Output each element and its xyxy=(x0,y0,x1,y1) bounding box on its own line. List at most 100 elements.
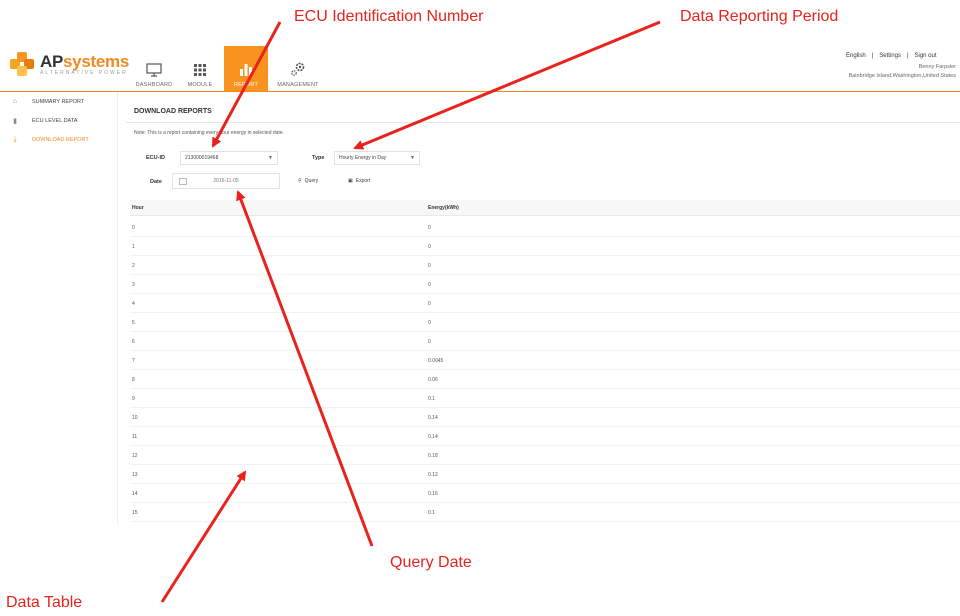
table-row: 60 xyxy=(130,332,960,351)
cell-energy: 0.18 xyxy=(428,453,438,459)
table-row: 11 0.14 xyxy=(130,427,960,446)
sidebar-item-summary-report[interactable]: ⌂ SUMMARY REPORT xyxy=(0,92,117,111)
query-button[interactable]: ⚲ Query xyxy=(298,174,318,188)
nav-module-label: MODULE xyxy=(187,82,213,88)
cell-energy: 0.06 xyxy=(428,377,438,383)
table-row: 15 0.1 xyxy=(130,503,960,522)
nav-module[interactable]: MODULE xyxy=(178,46,222,92)
table-header: Hour Energy(kWh) xyxy=(130,200,960,216)
logo-name-systems: systems xyxy=(63,51,129,71)
top-links-separator: | xyxy=(906,53,909,59)
table-row: 00 xyxy=(130,218,960,237)
export-button-label: Export xyxy=(355,178,371,184)
annotation-data-table: Data Table xyxy=(6,594,83,611)
sidebar-item-download-report[interactable]: ⤓ DOWNLOAD REPORT xyxy=(0,130,117,149)
chevron-down-icon: ▼ xyxy=(268,155,273,161)
table-row: 12 0.18 xyxy=(130,446,960,465)
date-input[interactable]: 2016-11-05 xyxy=(172,173,280,189)
download-icon: ⤓ xyxy=(13,135,17,143)
nav-management-label: MANAGEMENT xyxy=(277,82,319,88)
cell-hour: 10 xyxy=(132,415,138,421)
cell-energy: 0.16 xyxy=(428,491,438,497)
bar-chart-icon xyxy=(240,64,252,76)
language-link[interactable]: English xyxy=(846,53,866,59)
table-row: 8 0.06 xyxy=(130,370,960,389)
apsystems-logo[interactable]: APsystems ALTERNATIVE POWER xyxy=(10,52,129,76)
cell-energy: 0 xyxy=(428,320,431,326)
cell-hour: 2 xyxy=(132,263,135,269)
nav-management[interactable]: MANAGEMENT xyxy=(270,46,326,92)
export-button[interactable]: ▣ Export xyxy=(348,174,370,188)
cell-hour: 14 xyxy=(132,491,138,497)
column-header-hour: Hour xyxy=(132,205,144,211)
annotation-query-date: Query Date xyxy=(390,554,472,571)
cell-energy: 0.1 xyxy=(428,510,435,516)
cell-energy: 0.1 xyxy=(428,396,435,402)
table-row: 13 0.12 xyxy=(130,465,960,484)
cell-hour: 11 xyxy=(132,434,138,440)
cell-hour: 9 xyxy=(132,396,135,402)
cell-hour: 7 xyxy=(132,358,135,364)
page-title: DOWNLOAD REPORTS xyxy=(134,108,212,115)
cell-hour: 13 xyxy=(132,472,138,478)
cell-hour: 6 xyxy=(132,339,135,345)
cell-energy: 0.14 xyxy=(428,415,438,421)
table-row: 30 xyxy=(130,275,960,294)
cell-hour: 4 xyxy=(132,301,135,307)
cell-energy: 0 xyxy=(428,225,431,231)
ecu-id-value: 213000019468 xyxy=(185,155,219,161)
cell-energy: 0 xyxy=(428,301,431,307)
table-row: 7 0.0045 xyxy=(130,351,960,370)
main-nav: DASHBOARD MODULE REPORT MANAGEMENT xyxy=(132,46,328,92)
title-divider xyxy=(126,122,960,123)
nav-report[interactable]: REPORT xyxy=(224,46,268,92)
sidebar-item-label: SUMMARY REPORT xyxy=(32,98,85,105)
cell-hour: 12 xyxy=(132,453,138,459)
cell-hour: 0 xyxy=(132,225,135,231)
settings-link[interactable]: Settings xyxy=(879,53,901,59)
logo-name-ap: AP xyxy=(40,51,64,71)
type-select[interactable]: Hourly Energy in Day ▼ xyxy=(334,151,420,165)
cell-hour: 3 xyxy=(132,282,135,288)
top-links: English | Settings | Sign out xyxy=(846,53,937,59)
sign-out-link[interactable]: Sign out xyxy=(915,53,937,59)
table-row: 10 xyxy=(130,237,960,256)
table-row: 10 0.14 xyxy=(130,408,960,427)
cell-hour: 8 xyxy=(132,377,135,383)
nav-dashboard-label: DASHBOARD xyxy=(135,82,173,88)
table-row: 20 xyxy=(130,256,960,275)
monitor-icon xyxy=(146,63,162,77)
search-icon: ⚲ xyxy=(298,178,302,184)
type-label: Type xyxy=(312,155,325,161)
user-name: Benny Farpsler xyxy=(918,64,956,70)
home-icon: ⌂ xyxy=(12,98,18,105)
ecu-id-select[interactable]: 213000019468 ▼ xyxy=(180,151,278,165)
nav-dashboard[interactable]: DASHBOARD xyxy=(132,46,176,92)
query-button-label: Query xyxy=(304,178,319,184)
main-content: DOWNLOAD REPORTS Note: This is a report … xyxy=(122,92,960,526)
cell-energy: 0 xyxy=(428,282,431,288)
logo-tagline: ALTERNATIVE POWER xyxy=(40,69,128,76)
report-note: Note: This is a report containing every … xyxy=(134,130,284,136)
type-value: Hourly Energy in Day xyxy=(339,155,387,161)
page-bottom-area xyxy=(0,526,960,616)
cell-energy: 0 xyxy=(428,263,431,269)
annotation-ecu-id: ECU Identification Number xyxy=(294,8,484,25)
sidebar-item-ecu-level-data[interactable]: ▮ ECU LEVEL DATA xyxy=(0,111,117,130)
date-value: 2016-11-05 xyxy=(213,178,239,184)
chevron-down-icon: ▼ xyxy=(410,155,415,161)
cell-hour: 1 xyxy=(132,244,135,250)
date-label: Date xyxy=(150,179,162,185)
logo-mark-icon xyxy=(10,52,34,76)
gears-icon xyxy=(291,62,305,76)
user-location: Bainbridge Island,Washington,United Stat… xyxy=(848,73,956,79)
cell-energy: 0.14 xyxy=(428,434,438,440)
nav-report-label: REPORT xyxy=(233,82,259,88)
calendar-icon xyxy=(179,178,187,185)
table-row: 14 0.16 xyxy=(130,484,960,503)
bar-chart-icon: ▮ xyxy=(13,117,17,125)
annotation-data-period: Data Reporting Period xyxy=(680,8,839,25)
cell-hour: 15 xyxy=(132,510,138,516)
cell-energy: 0 xyxy=(428,244,431,250)
ecu-id-label: ECU-ID xyxy=(146,155,165,161)
